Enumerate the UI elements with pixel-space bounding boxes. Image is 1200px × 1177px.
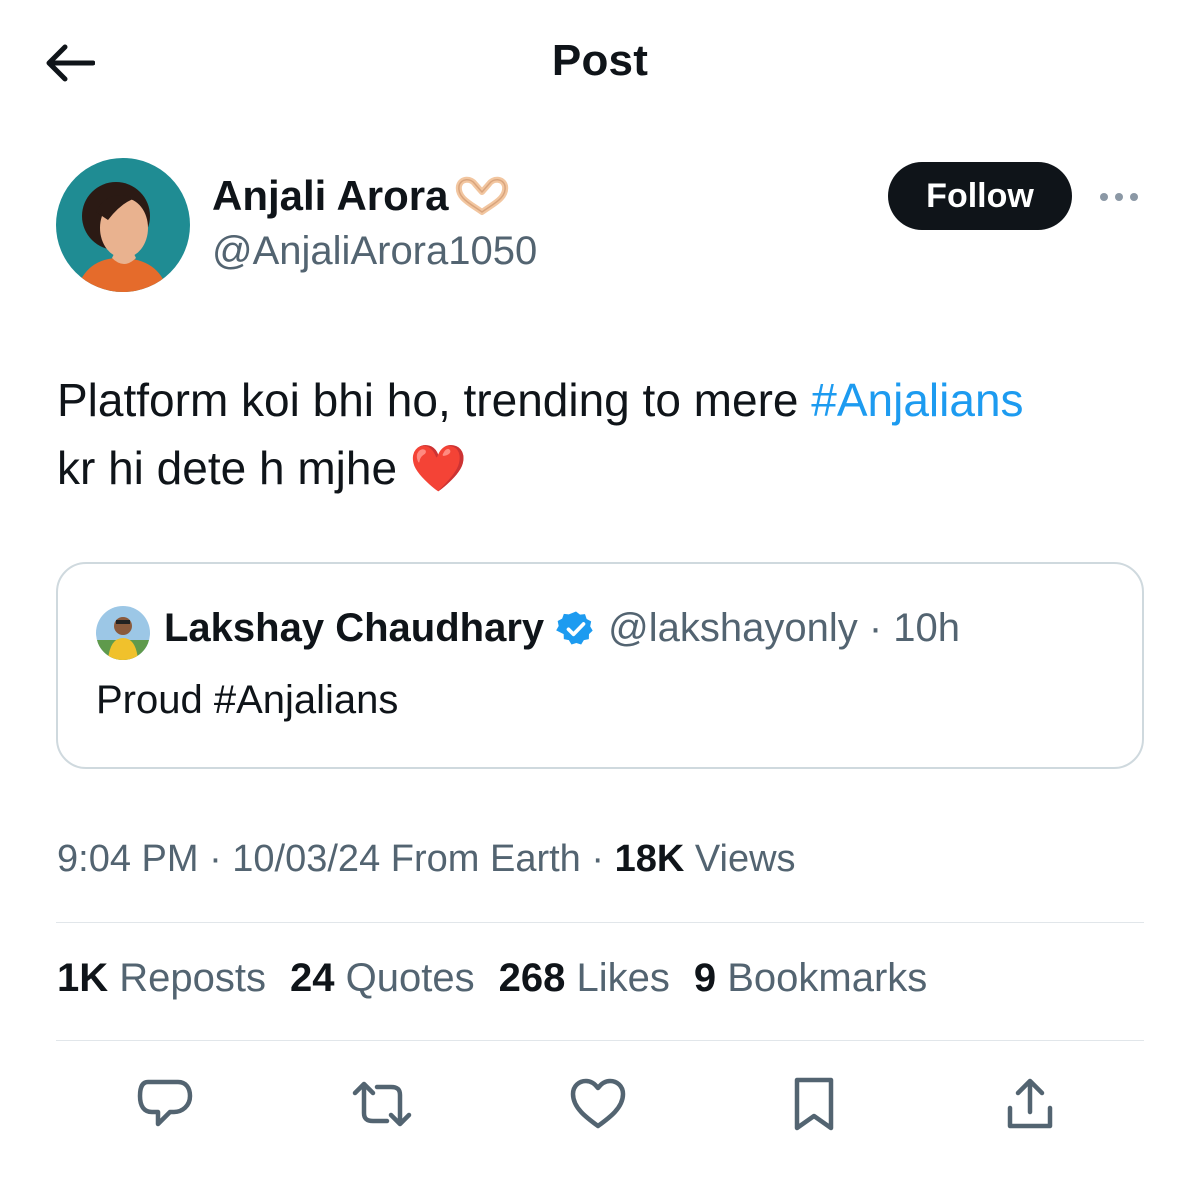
repost-button[interactable]	[350, 1072, 414, 1136]
quoted-author-line: Lakshay Chaudhary @lakshayonly · 10h	[164, 606, 960, 651]
reply-icon	[137, 1079, 193, 1127]
more-dots-icon	[1100, 193, 1138, 201]
quoted-post-card[interactable]: Lakshay Chaudhary @lakshayonly · 10h Pro…	[56, 562, 1144, 769]
tweet-text-part: Platform koi bhi ho, trending to mere	[57, 374, 812, 426]
reposts-count: 1K	[57, 956, 109, 1000]
heart-hands-emoji-icon	[455, 176, 508, 215]
repost-icon	[352, 1081, 412, 1127]
bookmarks-label: Bookmarks	[727, 956, 928, 1000]
bookmark-icon	[794, 1077, 834, 1131]
quoted-author-name: Lakshay Chaudhary	[164, 606, 545, 650]
divider	[56, 922, 1144, 923]
share-icon	[1007, 1078, 1053, 1129]
quoted-post-text: Proud #Anjalians	[96, 678, 399, 722]
bookmarks-stat[interactable]: 9 Bookmarks	[694, 956, 927, 1001]
views-label: Views	[684, 838, 796, 880]
likes-label: Likes	[576, 956, 670, 1000]
likes-stat[interactable]: 268 Likes	[499, 956, 670, 1001]
author-name-text: Anjali Arora	[212, 172, 449, 219]
red-heart-emoji: ❤️	[409, 442, 468, 494]
bookmark-button[interactable]	[782, 1072, 846, 1136]
tweet-text-part: kr hi dete h mjhe	[57, 442, 398, 494]
follow-button[interactable]: Follow	[888, 162, 1072, 230]
post-page: Post Anjali Arora @AnjaliArora1050 Follo…	[0, 0, 1200, 1177]
quotes-stat[interactable]: 24 Quotes	[290, 956, 475, 1001]
tweet-text: Platform koi bhi ho, trending to mere #A…	[57, 366, 1157, 502]
likes-count: 268	[498, 956, 566, 1000]
page-title: Post	[551, 36, 649, 85]
like-button[interactable]	[566, 1072, 630, 1136]
like-icon	[570, 1078, 626, 1129]
quoted-author-avatar	[96, 606, 150, 660]
share-button[interactable]	[998, 1072, 1062, 1136]
post-meta: 9:04 PM · 10/03/24 From Earth · 18K View…	[57, 838, 796, 881]
divider	[56, 1040, 1144, 1041]
bookmarks-count: 9	[693, 956, 717, 1000]
verified-badge-icon	[556, 611, 593, 644]
hashtag-link[interactable]: #Anjalians	[811, 374, 1023, 426]
reposts-label: Reposts	[119, 956, 267, 1000]
author-display-name[interactable]: Anjali Arora	[212, 172, 511, 220]
reply-button[interactable]	[133, 1072, 197, 1136]
author-avatar[interactable]	[56, 158, 190, 292]
reposts-stat[interactable]: 1K Reposts	[57, 956, 266, 1001]
post-timestamp: 9:04 PM · 10/03/24 From Earth ·	[57, 838, 615, 880]
quoted-author-handle-time: @lakshayonly · 10h	[608, 606, 961, 650]
author-handle[interactable]: @AnjaliArora1050	[212, 229, 537, 274]
more-options-button[interactable]	[1096, 180, 1142, 214]
quotes-count: 24	[290, 956, 335, 1000]
engagement-stats: 1K Reposts 24 Quotes 268 Likes 9 Bookmar…	[57, 956, 927, 1001]
views-count: 18K	[614, 838, 685, 880]
quotes-label: Quotes	[345, 956, 475, 1000]
